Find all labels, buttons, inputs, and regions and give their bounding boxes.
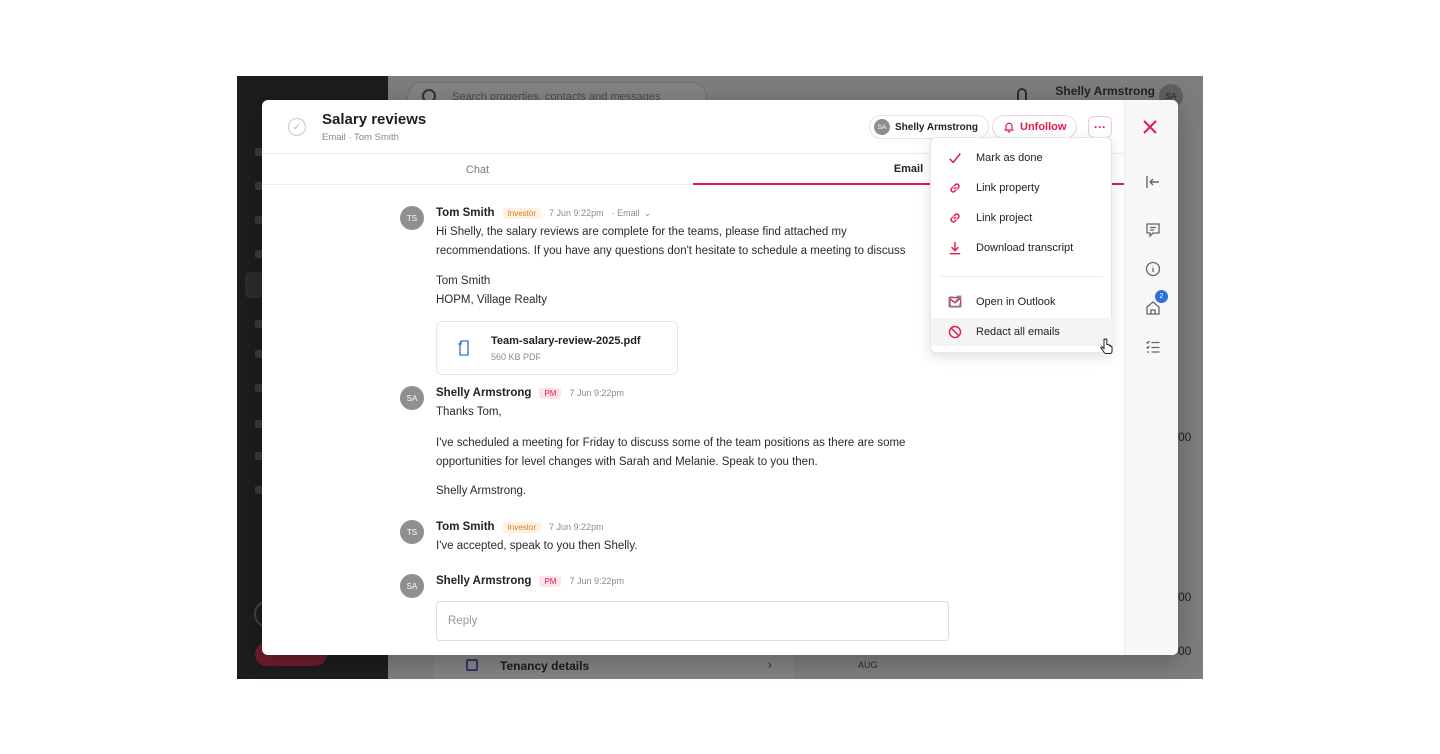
menu-item-link-project[interactable]: Link project: [931, 204, 1113, 232]
current-user-name: Shelly Armstrong: [1055, 84, 1155, 98]
month-label: AUG: [858, 660, 878, 670]
background-value: 00: [1178, 430, 1192, 444]
message-time: 7 Jun 9:22pm: [569, 388, 624, 398]
bell-icon: [1003, 122, 1015, 133]
attachment-name: Team-salary-review-2025.pdf: [491, 335, 641, 347]
menu-item-download-transcript[interactable]: Download transcript: [931, 234, 1113, 262]
info-button[interactable]: [1143, 259, 1163, 279]
unfollow-label: Unfollow: [1020, 121, 1067, 133]
conversation-subtitle: Email · Tom Smith: [322, 132, 399, 143]
avatar: SA: [400, 386, 424, 410]
building-icon: [466, 659, 478, 671]
message-line: I've accepted, speak to you then Shelly.: [436, 540, 638, 552]
reply-input[interactable]: Reply: [436, 601, 949, 641]
avatar: SA: [400, 574, 424, 598]
avatar: TS: [400, 206, 424, 230]
message-item: TS Tom Smith Investor 7 Jun 9:22pm I've …: [400, 520, 960, 564]
right-rail: 2: [1124, 100, 1178, 655]
avatar: TS: [400, 520, 424, 544]
message-header: Tom Smith Investor 7 Jun 9:22pm · Email …: [436, 207, 651, 219]
menu-item-label: Mark as done: [976, 152, 1043, 164]
attachment-size: 560 KB PDF: [491, 352, 542, 362]
role-badge: PM: [539, 387, 562, 399]
message-line: recommendations. If you have any questio…: [436, 245, 906, 257]
more-options-button[interactable]: ···: [1088, 116, 1112, 138]
message-author: Shelly Armstrong: [436, 387, 532, 399]
document-icon: [458, 340, 469, 356]
menu-item-label: Link property: [976, 182, 1040, 194]
menu-divider: [941, 276, 1103, 277]
message-channel[interactable]: · Email: [612, 208, 640, 218]
collapse-left-icon: [1146, 176, 1159, 188]
link-icon: [950, 213, 960, 223]
tenancy-details-label: Tenancy details: [500, 659, 590, 673]
close-button[interactable]: [1139, 116, 1161, 138]
message-line: I've scheduled a meeting for Friday to d…: [436, 437, 906, 449]
message-time: 7 Jun 9:22pm: [549, 208, 604, 218]
role-badge: Investor: [502, 207, 542, 219]
close-icon: [1143, 120, 1157, 134]
message-line: Tom Smith: [436, 275, 491, 287]
check-icon: [949, 153, 961, 164]
block-icon: [948, 325, 962, 339]
message-line: Hi Shelly, the salary reviews are comple…: [436, 226, 847, 238]
message-line: opportunities for level changes with Sar…: [436, 456, 818, 468]
role-badge: PM: [539, 575, 562, 587]
checklist-icon: [1146, 340, 1160, 353]
menu-item-label: Open in Outlook: [976, 296, 1056, 308]
menu-item-label: Download transcript: [976, 242, 1074, 254]
menu-item-link-property[interactable]: Link property: [931, 174, 1113, 202]
download-icon: [949, 241, 961, 255]
comments-button[interactable]: [1143, 220, 1163, 240]
property-count-badge: 2: [1155, 290, 1168, 303]
message-line: Thanks Tom,: [436, 406, 502, 418]
external-link-icon: [949, 295, 962, 308]
tasks-button[interactable]: [1143, 337, 1163, 357]
message-author: Tom Smith: [436, 521, 495, 533]
chevron-right-icon: ›: [767, 657, 772, 672]
menu-item-label: Link project: [976, 212, 1033, 224]
comment-icon: [1146, 223, 1160, 238]
mark-done-check-icon[interactable]: ✓: [288, 118, 306, 136]
assignee-avatar: SA: [874, 119, 890, 135]
message-header: Shelly Armstrong PM 7 Jun 9:22pm: [436, 387, 624, 399]
tab-chat[interactable]: Chat: [262, 155, 693, 185]
chevron-down-icon[interactable]: ⌄: [644, 208, 652, 219]
collapse-panel-button[interactable]: [1143, 172, 1163, 192]
more-options-menu: Mark as done Link property Link project …: [930, 137, 1113, 353]
message-line: HOPM, Village Realty: [436, 294, 547, 306]
menu-item-open-in-outlook[interactable]: Open in Outlook: [931, 288, 1113, 316]
message-time: 7 Jun 9:22pm: [549, 522, 604, 532]
menu-item-mark-as-done[interactable]: Mark as done: [931, 144, 1113, 172]
message-time: 7 Jun 9:22pm: [569, 576, 624, 586]
conversation-title: Salary reviews: [322, 111, 427, 128]
link-icon: [950, 183, 960, 193]
background-value: 00: [1178, 590, 1192, 604]
role-badge: Investor: [502, 521, 542, 533]
message-author: Tom Smith: [436, 207, 495, 219]
message-line: Shelly Armstrong.: [436, 485, 527, 497]
info-icon: [1145, 261, 1161, 277]
background-value: 00: [1178, 644, 1192, 658]
message-header: Tom Smith Investor 7 Jun 9:22pm: [436, 521, 604, 533]
message-item: SA Shelly Armstrong PM 7 Jun 9:22pm Than…: [400, 386, 960, 506]
unfollow-button[interactable]: Unfollow: [992, 115, 1078, 139]
message-item: TS Tom Smith Investor 7 Jun 9:22pm · Ema…: [400, 206, 960, 376]
menu-item-redact-all-emails[interactable]: Redact all emails: [931, 318, 1113, 346]
assignee-name: Shelly Armstrong: [895, 121, 978, 133]
attachment-card[interactable]: Team-salary-review-2025.pdf 560 KB PDF: [436, 321, 678, 375]
assignee-chip[interactable]: SA Shelly Armstrong: [869, 115, 989, 139]
message-item: SA Shelly Armstrong PM 7 Jun 9:22pm: [400, 574, 960, 600]
menu-item-label: Redact all emails: [976, 326, 1060, 338]
pointer-cursor-icon: [1100, 338, 1113, 354]
message-header: Shelly Armstrong PM 7 Jun 9:22pm: [436, 575, 624, 587]
message-author: Shelly Armstrong: [436, 575, 532, 587]
